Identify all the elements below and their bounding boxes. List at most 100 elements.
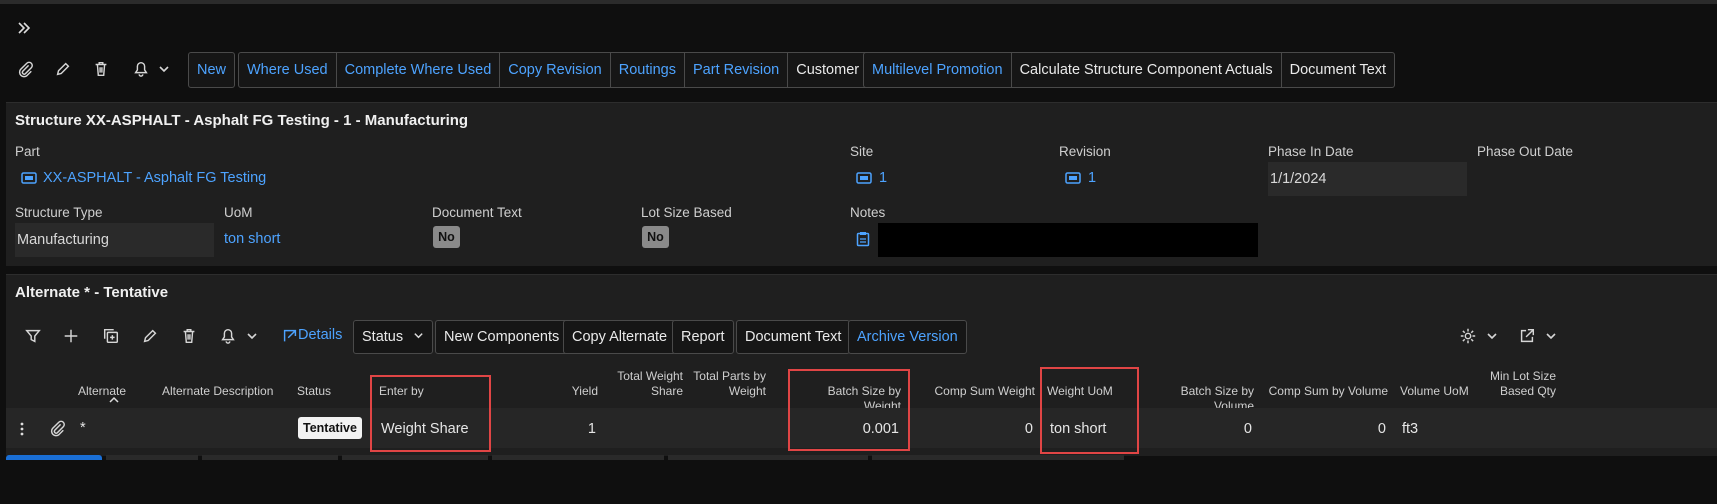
revision-link[interactable]: 1 (1088, 170, 1096, 186)
uom-label: UoM (224, 205, 253, 220)
copy-alternate-button[interactable]: Copy Alternate (563, 320, 677, 354)
col-header-yield[interactable]: Yield (548, 384, 598, 399)
bottom-tab[interactable] (342, 455, 488, 460)
part-record-icon (21, 172, 37, 184)
structure-type-value: Manufacturing (15, 223, 214, 257)
routings-button[interactable]: Routings (611, 53, 685, 87)
cell-batch-size-by-volume[interactable]: 0 (1180, 421, 1252, 437)
cell-alternate: * (80, 420, 86, 436)
bottom-tab[interactable] (668, 455, 868, 460)
revision-label: Revision (1059, 144, 1111, 159)
phase-out-label: Phase Out Date (1477, 144, 1574, 159)
col-header-volume-uom[interactable]: Volume UoM (1400, 384, 1469, 399)
col-header-min-lot-line1: Min Lot Size (1489, 369, 1556, 383)
export-icon[interactable] (1515, 324, 1539, 348)
row-menu-icon[interactable] (19, 421, 25, 437)
delete-row-icon[interactable] (177, 324, 201, 348)
alternate-bell-icon[interactable] (216, 324, 240, 348)
status-dropdown-label: Status (362, 329, 404, 345)
col-header-comp-sum-by-volume[interactable]: Comp Sum by Volume (1268, 384, 1388, 399)
notes-field-redacted (878, 223, 1258, 257)
revision-record-icon (1065, 172, 1081, 184)
row-attachment-icon[interactable] (45, 416, 69, 440)
report-button[interactable]: Report (672, 320, 734, 354)
col-header-min-lot-size[interactable]: Min Lot Size Based Qty (1480, 369, 1556, 399)
bottom-tab-strip (0, 455, 1717, 460)
new-button[interactable]: New (189, 53, 234, 87)
document-text-badge: No (433, 226, 460, 248)
lot-size-based-badge: No (642, 226, 669, 248)
attachment-icon[interactable] (13, 57, 37, 81)
col-header-total-parts-line2: Weight (728, 384, 766, 398)
multilevel-promotion-button[interactable]: Multilevel Promotion (864, 53, 1012, 87)
alternate-title: Alternate * - Tentative (15, 284, 169, 301)
cell-yield[interactable]: 1 (548, 421, 596, 437)
highlight-enter-by (370, 375, 491, 452)
copy-revision-button[interactable]: Copy Revision (500, 53, 611, 87)
export-chevron-icon[interactable] (1539, 324, 1563, 348)
structure-title: Structure XX-ASPHALT - Asphalt FG Testin… (15, 112, 469, 129)
edit-icon[interactable] (51, 57, 75, 81)
alternate-document-text-button[interactable]: Document Text (736, 320, 851, 354)
duplicate-icon[interactable] (99, 324, 123, 348)
status-chevron-icon (414, 333, 423, 339)
notification-bell-icon[interactable] (129, 57, 153, 81)
toolbar-group-secondary: Multilevel Promotion Calculate Structure… (863, 52, 1396, 88)
status-badge: Tentative (298, 417, 362, 439)
col-header-total-weight-share-line2: Share (650, 384, 683, 398)
delete-icon[interactable] (89, 57, 113, 81)
calculate-structure-actuals-button[interactable]: Calculate Structure Component Actuals (1012, 53, 1282, 87)
sort-asc-icon[interactable] (109, 396, 119, 404)
notes-label: Notes (850, 205, 886, 220)
bottom-tab[interactable] (202, 455, 338, 460)
where-used-button[interactable]: Where Used (239, 53, 337, 87)
details-link[interactable]: Details (298, 327, 342, 343)
document-text-label: Document Text (432, 205, 522, 220)
col-header-total-parts-by-weight[interactable]: Total Parts by Weight (688, 369, 766, 399)
toolbar-group-main: Where Used Complete Where Used Copy Revi… (238, 52, 931, 88)
top-border (0, 0, 1717, 4)
notes-icon[interactable] (856, 231, 870, 247)
status-dropdown[interactable]: Status (353, 320, 434, 354)
col-header-total-parts-line1: Total Parts by (693, 369, 766, 383)
cell-comp-sum-by-volume: 0 (1377, 421, 1386, 437)
part-label: Part (15, 144, 40, 159)
filter-icon[interactable] (21, 324, 45, 348)
col-header-alternate-description[interactable]: Alternate Description (162, 384, 273, 399)
bottom-tab[interactable] (492, 455, 664, 460)
toolbar-group-new: New (188, 52, 236, 88)
site-link[interactable]: 1 (879, 170, 887, 186)
cell-volume-uom-link[interactable]: ft3 (1402, 421, 1418, 437)
col-header-total-weight-share[interactable]: Total Weight Share (603, 369, 683, 399)
part-revision-button[interactable]: Part Revision (685, 53, 789, 87)
document-text-button[interactable]: Document Text (1282, 53, 1394, 87)
bottom-tab-active[interactable] (6, 455, 102, 460)
col-header-total-weight-share-line1: Total Weight (617, 369, 683, 383)
edit-row-icon[interactable] (138, 324, 162, 348)
site-record-icon (856, 172, 872, 184)
uom-link[interactable]: ton short (224, 231, 280, 247)
col-header-comp-sum-weight[interactable]: Comp Sum Weight (920, 384, 1035, 399)
settings-gear-icon[interactable] (1456, 324, 1480, 348)
chevron-down-icon[interactable] (152, 57, 176, 81)
structure-header-panel: Structure XX-ASPHALT - Asphalt FG Testin… (6, 102, 1717, 266)
highlight-weight-uom (1040, 367, 1139, 454)
complete-where-used-button[interactable]: Complete Where Used (337, 53, 501, 87)
cell-comp-sum-weight: 0 (1024, 421, 1033, 437)
part-link[interactable]: XX-ASPHALT - Asphalt FG Testing (43, 170, 266, 186)
lot-size-based-label: Lot Size Based (641, 205, 732, 220)
phase-in-value: 1/1/2024 (1268, 162, 1467, 196)
settings-chevron-icon[interactable] (1480, 324, 1504, 348)
col-header-min-lot-line2: Based Qty (1499, 384, 1556, 398)
site-label: Site (850, 144, 874, 159)
bottom-tab[interactable] (872, 455, 1124, 460)
expand-navigation-icon[interactable] (16, 20, 36, 40)
archive-version-button[interactable]: Archive Version (848, 320, 967, 354)
new-components-button[interactable]: New Components (435, 320, 569, 354)
add-icon[interactable] (59, 324, 83, 348)
alternate-chevron-icon[interactable] (240, 324, 264, 348)
highlight-batch-size-by-weight (788, 369, 910, 451)
col-header-status[interactable]: Status (297, 384, 331, 399)
bottom-tab[interactable] (106, 455, 198, 460)
phase-in-label: Phase In Date (1268, 144, 1354, 159)
